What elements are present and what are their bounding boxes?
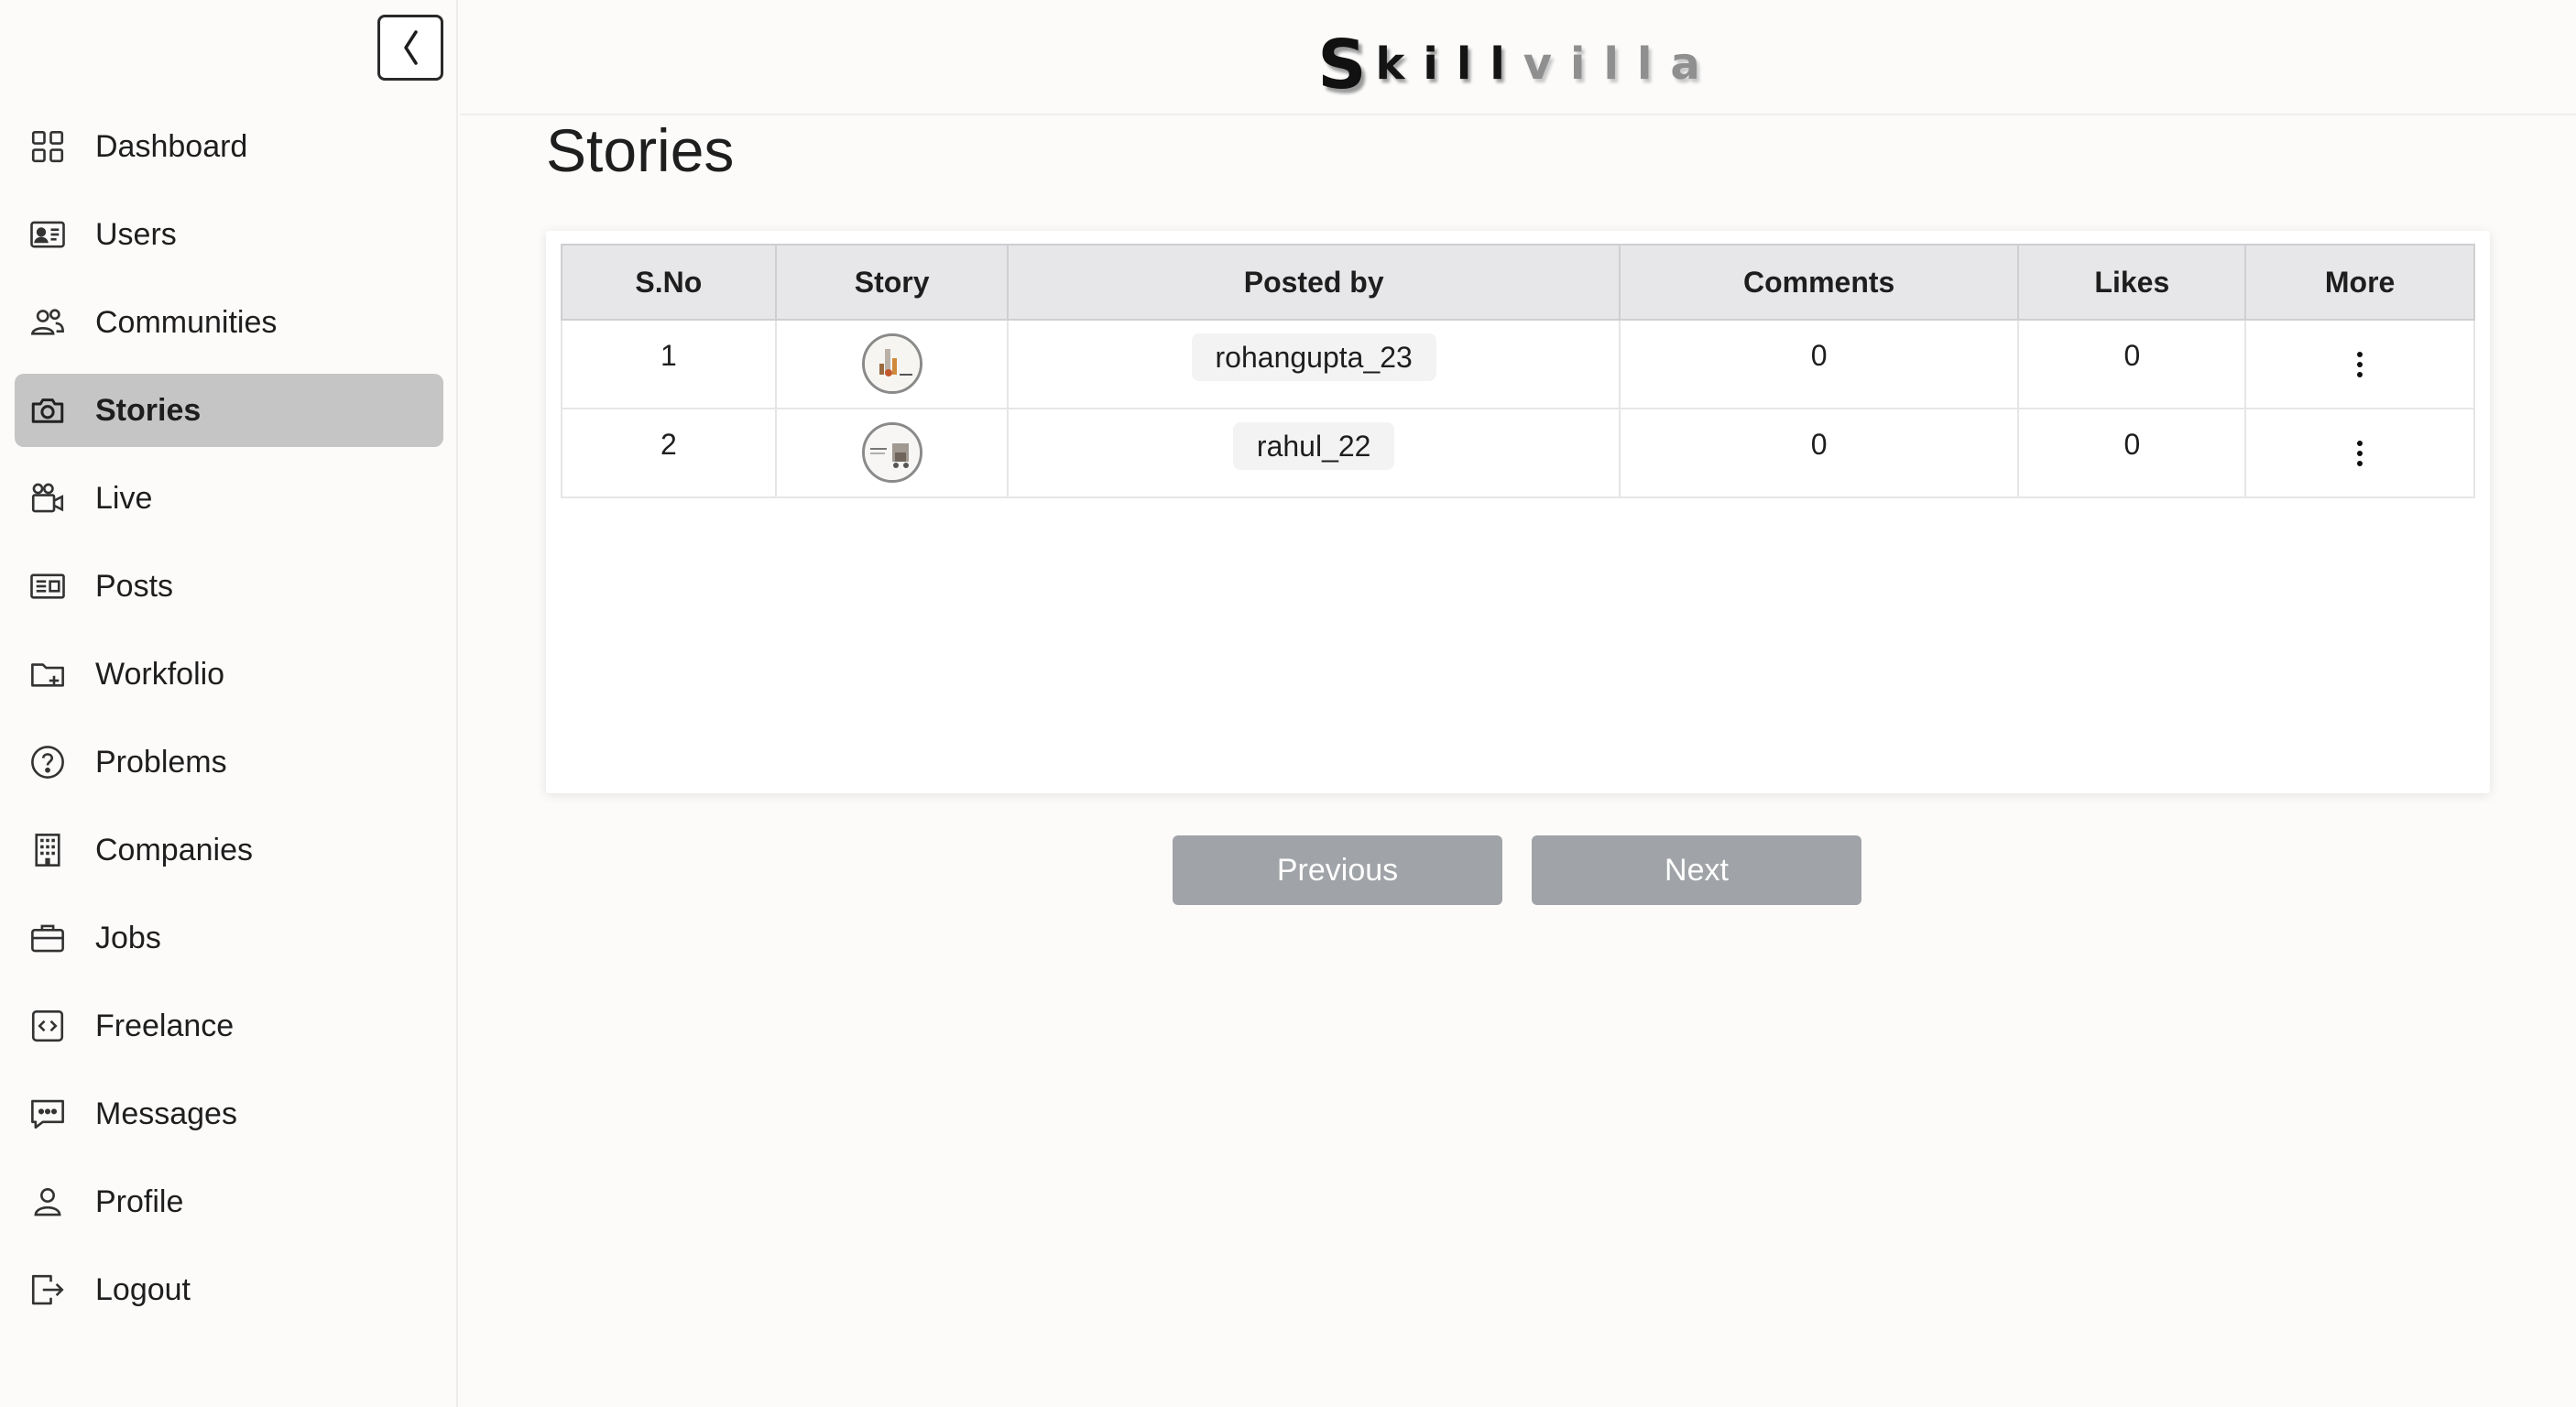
- cell-posted-by: rohangupta_23: [1007, 319, 1621, 409]
- grid-icon: [27, 126, 68, 167]
- sidebar-item-companies[interactable]: Companies: [15, 813, 443, 887]
- sidebar-item-freelance[interactable]: Freelance: [15, 989, 443, 1063]
- previous-button[interactable]: Previous: [1173, 835, 1502, 905]
- stories-table-card: S.No Story Posted by Comments Likes More…: [546, 231, 2490, 793]
- sidebar-item-label: Problems: [95, 744, 227, 780]
- camera-icon: [27, 390, 68, 431]
- username-chip[interactable]: rohangupta_23: [1191, 333, 1436, 381]
- sidebar-item-workfolio[interactable]: Workfolio: [15, 638, 443, 711]
- sidebar-item-jobs[interactable]: Jobs: [15, 901, 443, 975]
- table-row: 1 rohangupta_23 0 0: [561, 319, 2475, 409]
- building-icon: [27, 830, 68, 870]
- cell-likes: 0: [2017, 408, 2247, 498]
- sidebar-item-messages[interactable]: Messages: [15, 1077, 443, 1151]
- newspaper-icon: [27, 566, 68, 606]
- more-options-icon[interactable]: [2357, 441, 2363, 471]
- sidebar-item-communities[interactable]: Communities: [15, 286, 443, 359]
- chat-icon: [27, 1094, 68, 1134]
- sidebar-item-dashboard[interactable]: Dashboard: [15, 110, 443, 183]
- sidebar-item-label: Live: [95, 480, 153, 516]
- sidebar-item-label: Communities: [95, 304, 278, 340]
- username-chip[interactable]: rahul_22: [1232, 422, 1395, 470]
- logo-kill: kill: [1375, 38, 1523, 90]
- sidebar-item-label: Freelance: [95, 1008, 235, 1043]
- question-circle-icon: [27, 742, 68, 782]
- top-header: S killvilla: [460, 0, 2576, 115]
- sidebar-item-profile[interactable]: Profile: [15, 1165, 443, 1238]
- person-icon: [27, 1182, 68, 1222]
- sidebar-item-stories[interactable]: Stories: [15, 374, 443, 447]
- column-header-posted-by: Posted by: [1007, 244, 1621, 321]
- sidebar-item-label: Dashboard: [95, 128, 248, 164]
- column-header-likes: Likes: [2017, 244, 2247, 321]
- sidebar-item-users[interactable]: Users: [15, 198, 443, 271]
- people-icon: [27, 302, 68, 343]
- briefcase-icon: [27, 918, 68, 958]
- table-header-row: S.No Story Posted by Comments Likes More: [561, 244, 2475, 321]
- skillvilla-logo[interactable]: S killvilla: [1317, 20, 1719, 99]
- column-header-more: More: [2244, 244, 2475, 321]
- sidebar-item-logout[interactable]: Logout: [15, 1253, 443, 1326]
- logo-villa: villa: [1523, 38, 1719, 90]
- story-thumbnail[interactable]: [861, 333, 922, 394]
- pagination: Previous Next: [1173, 835, 1861, 905]
- code-icon: [27, 1006, 68, 1046]
- more-options-icon[interactable]: [2357, 352, 2363, 382]
- cell-story: [774, 319, 1010, 409]
- sidebar-nav: Dashboard Users Communities Stories Live: [15, 110, 443, 1341]
- story-image: [864, 425, 920, 480]
- sidebar-item-label: Logout: [95, 1271, 191, 1307]
- sidebar: Dashboard Users Communities Stories Live: [0, 0, 458, 1407]
- cell-sno: 1: [561, 319, 777, 409]
- sidebar-item-live[interactable]: Live: [15, 462, 443, 535]
- sidebar-item-label: Profile: [95, 1183, 184, 1219]
- cell-likes: 0: [2017, 319, 2247, 409]
- sidebar-item-label: Workfolio: [95, 656, 225, 692]
- logout-icon: [27, 1270, 68, 1310]
- story-thumbnail[interactable]: [861, 422, 922, 483]
- logo-s: S: [1317, 26, 1367, 104]
- collapse-sidebar-button[interactable]: [377, 15, 443, 81]
- id-card-icon: [27, 214, 68, 255]
- sidebar-item-label: Jobs: [95, 920, 161, 955]
- cell-more: [2244, 319, 2475, 409]
- video-camera-icon: [27, 478, 68, 518]
- story-image: [864, 336, 920, 391]
- cell-comments: 0: [1618, 319, 2020, 409]
- next-button[interactable]: Next: [1532, 835, 1861, 905]
- sidebar-item-label: Users: [95, 216, 177, 252]
- column-header-comments: Comments: [1618, 244, 2020, 321]
- column-header-sno: S.No: [561, 244, 777, 321]
- cell-posted-by: rahul_22: [1007, 408, 1621, 498]
- chevron-left-icon: [404, 30, 418, 65]
- sidebar-item-label: Stories: [95, 392, 202, 428]
- sidebar-item-label: Posts: [95, 568, 174, 604]
- cell-story: [774, 408, 1010, 498]
- column-header-story: Story: [774, 244, 1010, 321]
- sidebar-item-problems[interactable]: Problems: [15, 725, 443, 799]
- cell-more: [2244, 408, 2475, 498]
- sidebar-item-label: Companies: [95, 832, 253, 867]
- logo-text: killvilla: [1375, 38, 1718, 93]
- sidebar-item-posts[interactable]: Posts: [15, 550, 443, 623]
- sidebar-item-label: Messages: [95, 1096, 237, 1131]
- cell-comments: 0: [1618, 408, 2020, 498]
- page-title: Stories: [546, 116, 735, 184]
- cell-sno: 2: [561, 408, 777, 498]
- stories-table: S.No Story Posted by Comments Likes More…: [561, 244, 2475, 498]
- table-row: 2 rahul_22 0 0: [561, 408, 2475, 498]
- folder-plus-icon: [27, 654, 68, 694]
